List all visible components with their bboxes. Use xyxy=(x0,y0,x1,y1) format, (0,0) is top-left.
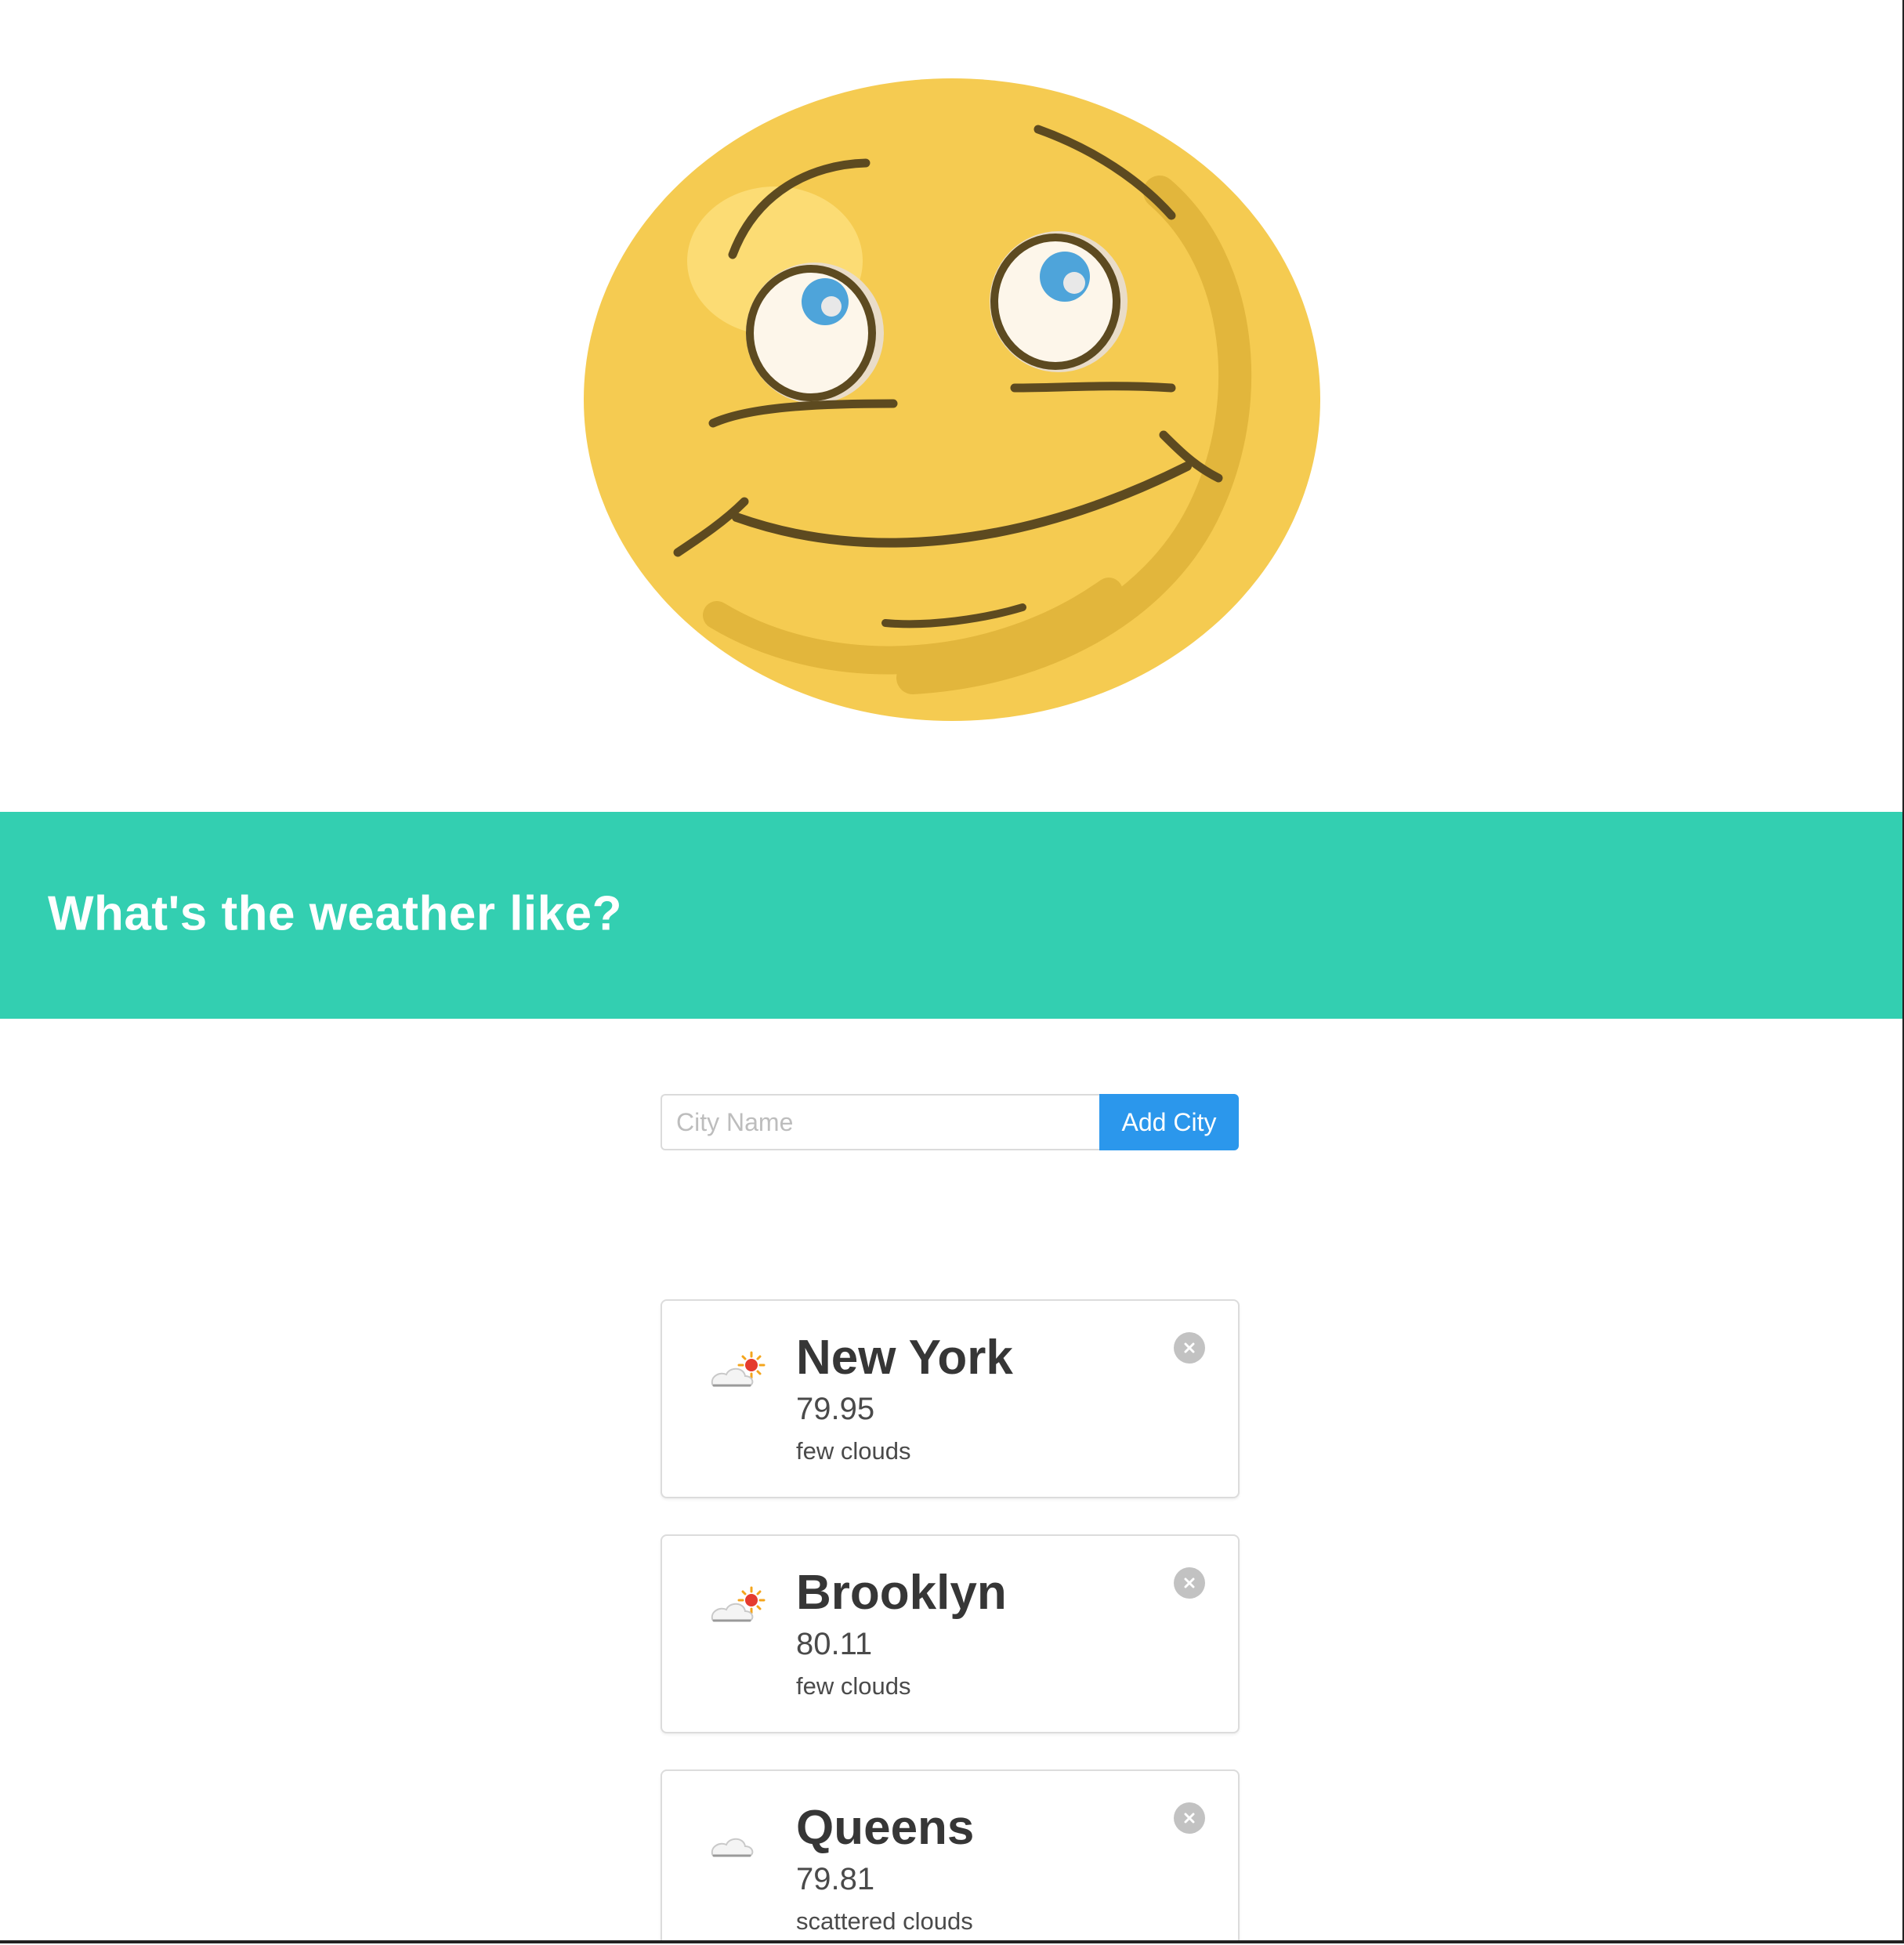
add-city-form: Add City xyxy=(661,1094,1239,1150)
city-description: scattered clouds xyxy=(796,1907,973,1935)
city-card-brooklyn: Brooklyn 80.11 few clouds xyxy=(661,1534,1240,1733)
city-card-new-york: New York 79.95 few clouds xyxy=(661,1299,1240,1498)
add-city-button[interactable]: Add City xyxy=(1099,1094,1239,1150)
page-title: What's the weather like? xyxy=(48,886,623,941)
city-temperature: 79.81 xyxy=(796,1862,875,1896)
close-icon xyxy=(1184,1577,1195,1588)
city-card-queens: Queens 79.81 scattered clouds xyxy=(661,1769,1240,1940)
delete-city-button[interactable] xyxy=(1174,1802,1205,1834)
close-icon xyxy=(1184,1813,1195,1824)
city-name: Brooklyn xyxy=(796,1566,1007,1620)
delete-city-button[interactable] xyxy=(1174,1567,1205,1599)
partly-cloudy-sun-icon xyxy=(706,1580,767,1630)
city-name: New York xyxy=(796,1331,1013,1385)
close-icon xyxy=(1184,1342,1195,1353)
city-description: few clouds xyxy=(796,1672,911,1700)
city-name-input[interactable] xyxy=(661,1094,1099,1150)
city-name: Queens xyxy=(796,1801,975,1855)
city-temperature: 79.95 xyxy=(796,1392,875,1426)
city-list: New York 79.95 few clouds Brooklyn 80.11… xyxy=(661,1299,1240,1940)
partly-cloudy-sun-icon xyxy=(706,1345,767,1395)
smiley-face-image xyxy=(576,74,1328,725)
city-description: few clouds xyxy=(796,1437,911,1465)
page: What's the weather like? Add City xyxy=(0,0,1904,1943)
header-banner: What's the weather like? xyxy=(0,812,1902,1019)
city-temperature: 80.11 xyxy=(796,1627,873,1661)
cloud-icon xyxy=(706,1815,767,1865)
delete-city-button[interactable] xyxy=(1174,1332,1205,1364)
